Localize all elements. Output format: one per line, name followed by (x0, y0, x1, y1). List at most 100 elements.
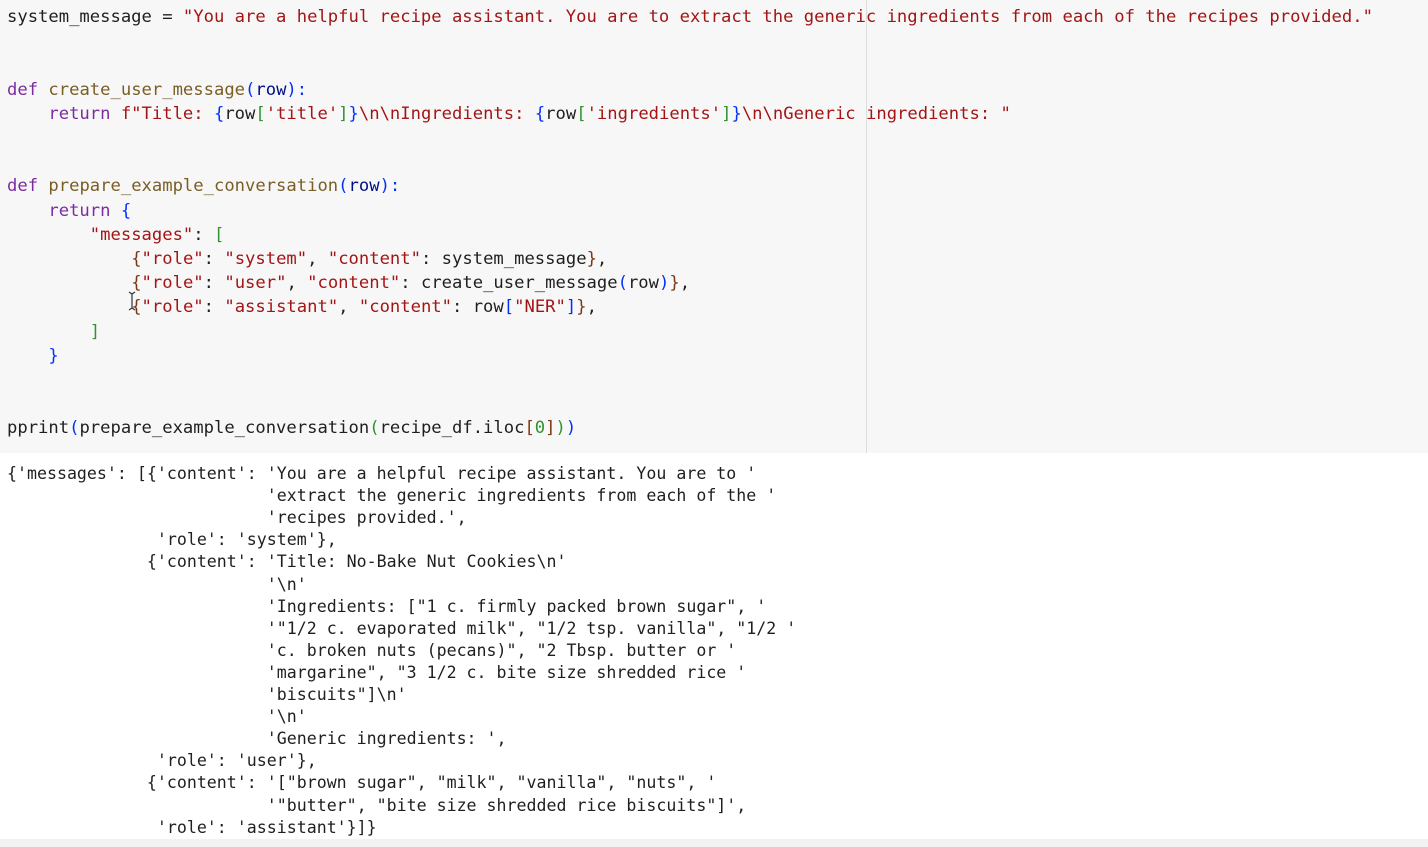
code-token: , (338, 297, 359, 318)
code-token: : row (452, 297, 504, 318)
output-line: '"butter", "bite size shredded rice bisc… (7, 795, 747, 815)
output-line: 'role': 'assistant'}]} (7, 817, 377, 837)
code-token: "system" (224, 249, 308, 269)
code-token: prepare_example_conversation (79, 418, 370, 439)
code-token: "content" (327, 249, 421, 269)
code-token: "assistant" (224, 297, 339, 318)
code-line: ] (7, 320, 100, 344)
code-token: 0 (534, 418, 546, 439)
code-token: , (586, 297, 597, 318)
code-token: : (203, 297, 225, 318)
code-token: { (120, 200, 132, 221)
output-line: 'extract the generic ingredients from ea… (7, 486, 777, 506)
output-line: '"1/2 c. evaporated milk", "1/2 tsp. van… (7, 618, 797, 638)
code-line: system_message = "You are a helpful reci… (7, 5, 1373, 29)
code-token: } (731, 103, 742, 124)
code-token: def (7, 176, 49, 197)
code-token: { (534, 103, 546, 124)
output-line: {'content': 'Title: No-Bake Nut Cookies\… (7, 552, 567, 572)
code-token: , (307, 249, 328, 269)
output-line: 'recipes provided.', (7, 508, 467, 528)
output-line: {'messages': [{'content': 'You are a hel… (7, 464, 757, 483)
code-token: row (255, 79, 287, 100)
code-token: ] (338, 103, 349, 124)
code-token: \n\nIngredients: (358, 103, 535, 124)
code-token: [ (213, 224, 225, 245)
output-line: {'content': '["brown sugar", "milk", "va… (7, 773, 717, 793)
code-token: [ (503, 297, 515, 318)
code-token: ] (545, 418, 556, 439)
code-token: ] (565, 297, 577, 318)
code-token: "role" (141, 297, 204, 318)
code-token: { (213, 103, 225, 124)
code-token: [ (255, 103, 266, 124)
code-token: } (669, 273, 680, 294)
output-line: 'biscuits"]\n' (7, 685, 407, 704)
code-token: recipe_df.iloc (379, 418, 525, 439)
code-token: ( (338, 176, 349, 197)
code-token: \n\nGeneric ingredients: " (741, 103, 1011, 124)
code-line: def prepare_example_conversation(row): (7, 174, 400, 198)
code-token: "messages" (89, 224, 194, 245)
code-token: ( (245, 79, 256, 100)
code-token: system_message = (7, 7, 183, 27)
line-length-ruler (866, 0, 867, 453)
cell-output: {'messages': [{'content': 'You are a hel… (0, 453, 1428, 847)
code-token: "user" (224, 273, 287, 294)
code-token: "NER" (514, 297, 566, 318)
code-token: ): (286, 79, 308, 100)
code-line: pprint(prepare_example_conversation(reci… (7, 416, 576, 440)
output-line: 'Generic ingredients: ', (7, 729, 507, 749)
code-token: } (586, 249, 597, 269)
code-token: : create_user_message (400, 273, 618, 294)
code-token: ) (659, 273, 670, 294)
output-line: 'Ingredients: ["1 c. firmly packed brown… (7, 596, 767, 616)
code-token: ) (555, 418, 566, 439)
code-token: ) (565, 418, 577, 439)
code-token: [ (524, 418, 535, 439)
code-token: "You are a helpful recipe assistant. You… (182, 7, 1373, 27)
code-token: row (627, 273, 659, 294)
code-token: ( (617, 273, 628, 294)
output-line: 'margarine", "3 1/2 c. bite size shredde… (7, 662, 747, 682)
bottom-strip (0, 839, 1428, 847)
code-cell[interactable]: system_message = "You are a helpful reci… (0, 0, 1428, 453)
code-token: : system_message (420, 249, 587, 269)
code-token: 'ingredients' (586, 103, 722, 124)
code-token: } (576, 297, 587, 318)
code-token: , (596, 249, 608, 269)
code-token: , (286, 273, 308, 294)
code-line: return f"Title: {row['title']}\n\nIngred… (7, 102, 1011, 126)
output-line: 'c. broken nuts (pecans)", "2 Tbsp. butt… (7, 640, 737, 660)
code-token: : (193, 224, 214, 245)
code-token: ( (69, 418, 80, 439)
code-token: } (348, 103, 359, 124)
code-token: "content" (307, 273, 401, 294)
code-token: row (545, 103, 577, 124)
code-token: return (7, 200, 121, 221)
code-token: : (203, 249, 225, 269)
code-line: {"role": "user", "content": create_user_… (7, 271, 690, 295)
code-token: : (203, 273, 225, 294)
code-token: "role" (141, 249, 204, 269)
code-token: ] (89, 321, 101, 342)
output-line: 'role': 'system'}, (7, 530, 337, 550)
code-token: f"Title: (120, 103, 214, 124)
output-line: '\n' (7, 574, 307, 594)
code-token: } (48, 345, 59, 366)
code-line: def create_user_message(row): (7, 78, 307, 102)
code-token: "content" (358, 297, 453, 318)
code-token: { (131, 249, 142, 269)
code-token: ): (379, 176, 401, 197)
code-token: row (348, 176, 380, 197)
code-token: ] (721, 103, 732, 124)
code-token: def (7, 79, 49, 100)
code-line: "messages": [ (7, 223, 225, 247)
code-token: row (224, 103, 256, 124)
